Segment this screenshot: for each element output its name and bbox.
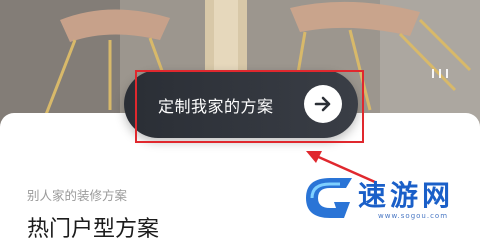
watermark-logo-icon bbox=[306, 178, 352, 218]
watermark: 速游网 www.sogou.com bbox=[300, 170, 470, 232]
section-subtitle: 别人家的装修方案 bbox=[27, 188, 128, 203]
watermark-url: www.sogou.com bbox=[378, 212, 449, 220]
section-title: 热门户型方案 bbox=[27, 217, 160, 242]
watermark-name: 速游网 bbox=[358, 179, 455, 212]
